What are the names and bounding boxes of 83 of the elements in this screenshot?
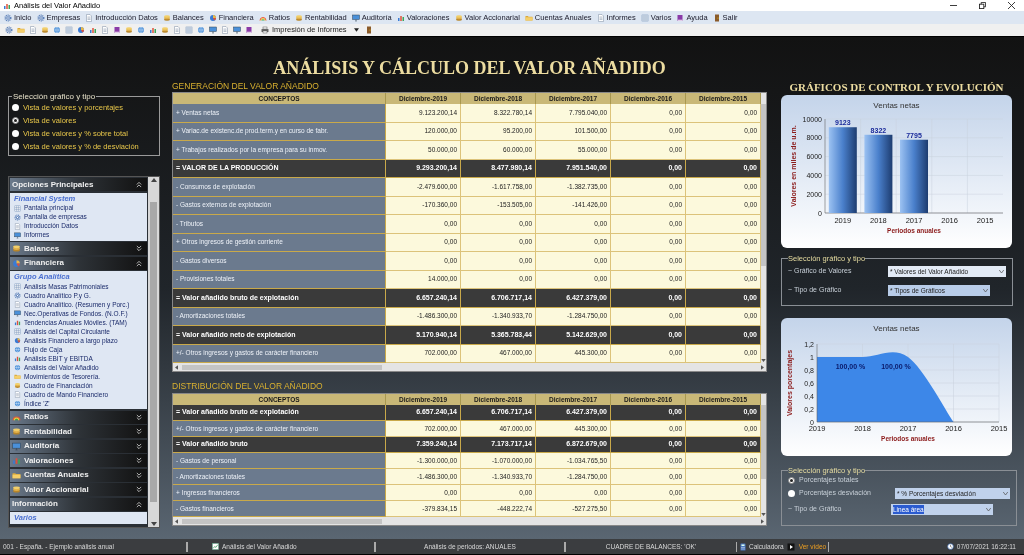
scrollbar[interactable] bbox=[761, 93, 766, 363]
document-icon bbox=[14, 391, 21, 398]
right-arrow-icon[interactable] bbox=[761, 364, 764, 370]
document-icon bbox=[14, 301, 21, 308]
scrollbar[interactable] bbox=[148, 177, 159, 527]
globe-icon bbox=[14, 346, 21, 353]
minimize-icon[interactable] bbox=[950, 2, 957, 9]
book-icon bbox=[676, 13, 685, 22]
coins-icon bbox=[454, 13, 463, 22]
door-icon bbox=[712, 13, 721, 22]
gear-icon bbox=[36, 13, 45, 22]
section-header[interactable]: Opciones Principales bbox=[10, 178, 147, 191]
globe-icon bbox=[14, 400, 21, 407]
document-icon bbox=[14, 222, 21, 230]
caret-icon bbox=[983, 289, 988, 292]
pie-chart-icon bbox=[208, 13, 217, 22]
coins-icon bbox=[12, 244, 21, 253]
left-arrow-icon[interactable] bbox=[175, 364, 178, 370]
left-arrow-icon[interactable] bbox=[175, 518, 178, 524]
section-header[interactable]: Rentabilidad bbox=[10, 425, 147, 438]
section-title: DISTRIBUCIÓN DEL VALOR AÑADIDO bbox=[172, 380, 324, 393]
caret-icon bbox=[353, 28, 359, 32]
monitor-icon bbox=[12, 441, 21, 451]
section-header[interactable]: Financiera bbox=[10, 256, 147, 270]
folder-icon bbox=[14, 373, 21, 380]
pie-chart-icon bbox=[12, 258, 21, 268]
down-arrow-icon[interactable] bbox=[761, 513, 766, 516]
caret-icon bbox=[999, 270, 1004, 273]
gear-icon bbox=[14, 213, 21, 221]
up-arrow-icon[interactable] bbox=[150, 178, 157, 182]
caret-icon bbox=[986, 508, 991, 511]
section-header[interactable]: Auditoría bbox=[10, 439, 147, 453]
group-title: Selección gráfico y tipo bbox=[12, 92, 97, 101]
coins-icon bbox=[295, 13, 303, 22]
down-arrow-icon[interactable] bbox=[150, 522, 157, 526]
play-icon bbox=[786, 542, 795, 551]
monitor-icon bbox=[351, 13, 360, 22]
radio-button[interactable] bbox=[12, 117, 19, 124]
panel-title: GRÁFICOS DE CONTROL Y EVOLUCIÓN bbox=[789, 80, 1004, 95]
restore-icon[interactable] bbox=[979, 2, 986, 9]
section-title: GENERACIÓN DEL VALOR AÑADIDO bbox=[172, 81, 320, 92]
scrollbar[interactable] bbox=[761, 394, 766, 517]
monitor-icon bbox=[14, 231, 21, 239]
coins-icon bbox=[12, 427, 21, 436]
page-title: ANÁLISIS Y CÁLCULO DEL VALOR AÑADIDO bbox=[272, 56, 667, 80]
section-header[interactable]: Balances bbox=[10, 242, 147, 255]
chart-title: Ventas netas bbox=[873, 324, 920, 333]
monitor-icon bbox=[14, 310, 21, 317]
section-header[interactable]: Valoraciones bbox=[10, 454, 147, 467]
scrollbar[interactable] bbox=[173, 517, 766, 525]
down-arrow-icon[interactable] bbox=[761, 359, 766, 362]
section-header[interactable]: Ratios bbox=[10, 410, 147, 424]
chart-title: Ventas netas bbox=[873, 101, 920, 110]
coins-icon bbox=[12, 485, 21, 494]
section-header[interactable]: Valor Accionarial bbox=[10, 483, 147, 496]
section-header[interactable]: Información bbox=[10, 497, 147, 511]
folder-icon bbox=[524, 13, 533, 22]
radio-button[interactable] bbox=[12, 104, 19, 111]
printer-icon bbox=[261, 26, 269, 34]
document-icon bbox=[596, 13, 605, 22]
pie-chart-icon bbox=[14, 337, 21, 344]
bar-chart-icon bbox=[14, 319, 21, 326]
right-arrow-icon[interactable] bbox=[761, 518, 764, 524]
bar-chart-icon bbox=[3, 1, 11, 10]
coins-icon bbox=[14, 382, 21, 389]
radio-button[interactable] bbox=[788, 477, 795, 484]
radio-button[interactable] bbox=[788, 490, 795, 497]
folder-icon bbox=[12, 470, 21, 480]
bar-chart-icon bbox=[396, 13, 405, 22]
scrollbar[interactable] bbox=[173, 363, 766, 371]
clock-icon bbox=[946, 543, 954, 550]
calculator-icon bbox=[739, 542, 747, 551]
radio-button[interactable] bbox=[12, 130, 19, 137]
bar-chart-icon bbox=[12, 456, 21, 465]
document-icon bbox=[85, 13, 94, 22]
line-chart-icon bbox=[212, 543, 219, 550]
gear-icon bbox=[14, 292, 21, 299]
close-icon[interactable] bbox=[1008, 2, 1015, 9]
radio-button[interactable] bbox=[12, 143, 19, 150]
globe-icon bbox=[14, 364, 21, 371]
bar-chart-icon bbox=[14, 355, 21, 362]
caret-icon bbox=[1003, 492, 1008, 495]
section-header[interactable]: Cuentas Anuales bbox=[10, 468, 147, 482]
